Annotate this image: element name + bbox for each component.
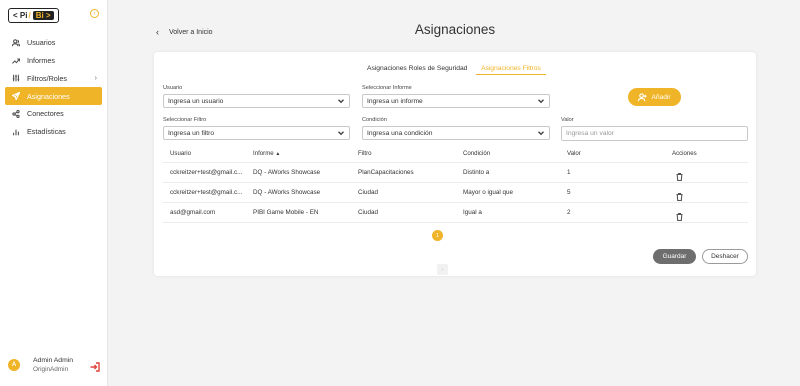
avatar[interactable]: A xyxy=(8,359,20,371)
table-row: cckreitzer+test@gmail.c... DQ - AWorks S… xyxy=(163,163,748,183)
condicion-label: Condición xyxy=(362,117,387,123)
valor-input[interactable]: Ingresa un valor xyxy=(561,126,748,141)
add-button[interactable]: Añadir xyxy=(628,88,681,106)
sliders-icon xyxy=(11,73,21,83)
add-button-label: Añadir xyxy=(651,93,671,101)
table-row: cckreitzer+test@gmail.c... DQ - AWorks S… xyxy=(163,183,748,203)
filtro-label: Seleccionar Filtro xyxy=(163,117,207,123)
logo-slash: / xyxy=(28,11,31,20)
column-header-usuario[interactable]: Usuario xyxy=(170,150,191,157)
usuario-label: Usuario xyxy=(163,85,183,91)
usuario-select-value: Ingresa un usuario xyxy=(168,97,224,105)
cell-filtro: Ciudad xyxy=(358,209,378,216)
sidebar-item-label: Conectores xyxy=(27,109,64,119)
valor-label: Valor xyxy=(561,117,574,123)
sidebar-item-label: Filtros/Roles xyxy=(27,73,67,83)
column-header-acciones: Acciones xyxy=(672,150,697,157)
cell-condicion: Mayor o igual que xyxy=(463,189,514,196)
sidebar-item-asignaciones[interactable]: Asignaciones xyxy=(5,87,102,105)
pagination-page-1[interactable]: 1 xyxy=(432,230,443,241)
table-row: asd@gmail.com PIBI Game Mobile - EN Ciud… xyxy=(163,203,748,223)
logout-icon[interactable] xyxy=(90,359,100,372)
page-title: Asignaciones xyxy=(414,22,496,37)
chevron-down-icon xyxy=(338,98,344,104)
bar-chart-icon xyxy=(11,127,21,137)
trash-icon[interactable] xyxy=(676,208,683,222)
cell-usuario: cckreitzer+test@gmail.c... xyxy=(170,169,243,176)
cell-informe: DQ - AWorks Showcase xyxy=(253,169,321,176)
chevron-down-icon xyxy=(538,130,544,136)
condicion-select-value: Ingresa una condición xyxy=(367,129,433,137)
column-header-informe[interactable]: Informe ▲ xyxy=(253,150,280,157)
send-icon xyxy=(11,91,21,101)
column-header-valor[interactable]: Valor xyxy=(567,150,581,157)
sidebar: < Pi / Bi > ‹ Usuarios Informes Filtros/… xyxy=(0,0,108,386)
cell-informe: DQ - AWorks Showcase xyxy=(253,189,321,196)
share-icon xyxy=(11,109,21,119)
trash-icon[interactable] xyxy=(676,168,683,182)
user-name: Admin Admin xyxy=(33,357,74,364)
column-header-filtro[interactable]: Filtro xyxy=(358,150,372,157)
logo[interactable]: < Pi / Bi > xyxy=(8,8,59,23)
sidebar-item-label: Informes xyxy=(27,56,55,66)
cell-condicion: Igual a xyxy=(463,209,482,216)
tab-bar: Asignaciones Roles de Seguridad Asignaci… xyxy=(154,65,756,77)
pagination-next-button[interactable]: › xyxy=(437,264,448,275)
logo-bi: Bi > xyxy=(32,11,54,20)
undo-button[interactable]: Deshacer xyxy=(702,249,748,264)
sidebar-nav: Usuarios Informes Filtros/Roles › Asigna… xyxy=(5,34,102,141)
cell-informe: PIBI Game Mobile - EN xyxy=(253,209,319,216)
informe-label: Seleccionar Informe xyxy=(362,85,412,91)
assignments-card: Asignaciones Roles de Seguridad Asignaci… xyxy=(154,52,756,276)
sidebar-item-label: Usuarios xyxy=(27,38,56,48)
cell-filtro: Ciudad xyxy=(358,189,378,196)
filtro-select-value: Ingresa un filtro xyxy=(168,129,215,137)
cell-usuario: asd@gmail.com xyxy=(170,209,216,216)
trash-icon[interactable] xyxy=(676,188,683,202)
save-button[interactable]: Guardar xyxy=(653,249,696,264)
filtro-select[interactable]: Ingresa un filtro xyxy=(163,126,350,140)
sidebar-item-informes[interactable]: Informes xyxy=(5,52,102,70)
pagination: ‹ 1 › xyxy=(432,230,448,275)
cell-valor: 2 xyxy=(567,209,571,216)
chevron-right-icon: › xyxy=(94,74,97,82)
user-profile: A Admin Admin OriginAdmin xyxy=(8,356,102,374)
chevron-down-icon xyxy=(338,130,344,136)
cell-condicion: Distinto a xyxy=(463,169,490,176)
sidebar-item-conectores[interactable]: Conectores xyxy=(5,105,102,123)
trend-icon xyxy=(11,56,21,66)
chevron-down-icon xyxy=(538,98,544,104)
valor-input-placeholder: Ingresa un valor xyxy=(566,130,614,137)
sort-asc-icon: ▲ xyxy=(275,151,281,157)
sidebar-item-estadisticas[interactable]: Estadísticas xyxy=(5,123,102,141)
informe-select[interactable]: Ingresa un informe xyxy=(362,94,550,108)
user-role: OriginAdmin xyxy=(33,366,69,373)
sidebar-item-label: Estadísticas xyxy=(27,127,66,137)
logo-pi: < Pi xyxy=(13,11,28,20)
usuario-select[interactable]: Ingresa un usuario xyxy=(163,94,350,108)
tab-asignaciones-filtros[interactable]: Asignaciones Filtros xyxy=(476,65,546,75)
add-user-icon xyxy=(638,92,648,101)
column-header-informe-label: Informe xyxy=(253,150,274,157)
users-icon xyxy=(11,38,21,48)
sidebar-item-label: Asignaciones xyxy=(27,91,70,101)
table-header: Usuario Informe ▲ Filtro Condición Valor… xyxy=(163,146,748,163)
informe-select-value: Ingresa un informe xyxy=(367,97,423,105)
sidebar-item-filtros-roles[interactable]: Filtros/Roles › xyxy=(5,70,102,88)
collapse-sidebar-icon[interactable]: ‹ xyxy=(90,9,99,18)
cell-valor: 1 xyxy=(567,169,571,176)
cell-filtro: PlanCapacitaciones xyxy=(358,169,414,176)
column-header-condicion[interactable]: Condición xyxy=(463,150,490,157)
cell-valor: 5 xyxy=(567,189,571,196)
condicion-select[interactable]: Ingresa una condición xyxy=(362,126,550,140)
tab-asignaciones-roles[interactable]: Asignaciones Roles de Seguridad xyxy=(367,65,467,74)
cell-usuario: cckreitzer+test@gmail.c... xyxy=(170,189,243,196)
